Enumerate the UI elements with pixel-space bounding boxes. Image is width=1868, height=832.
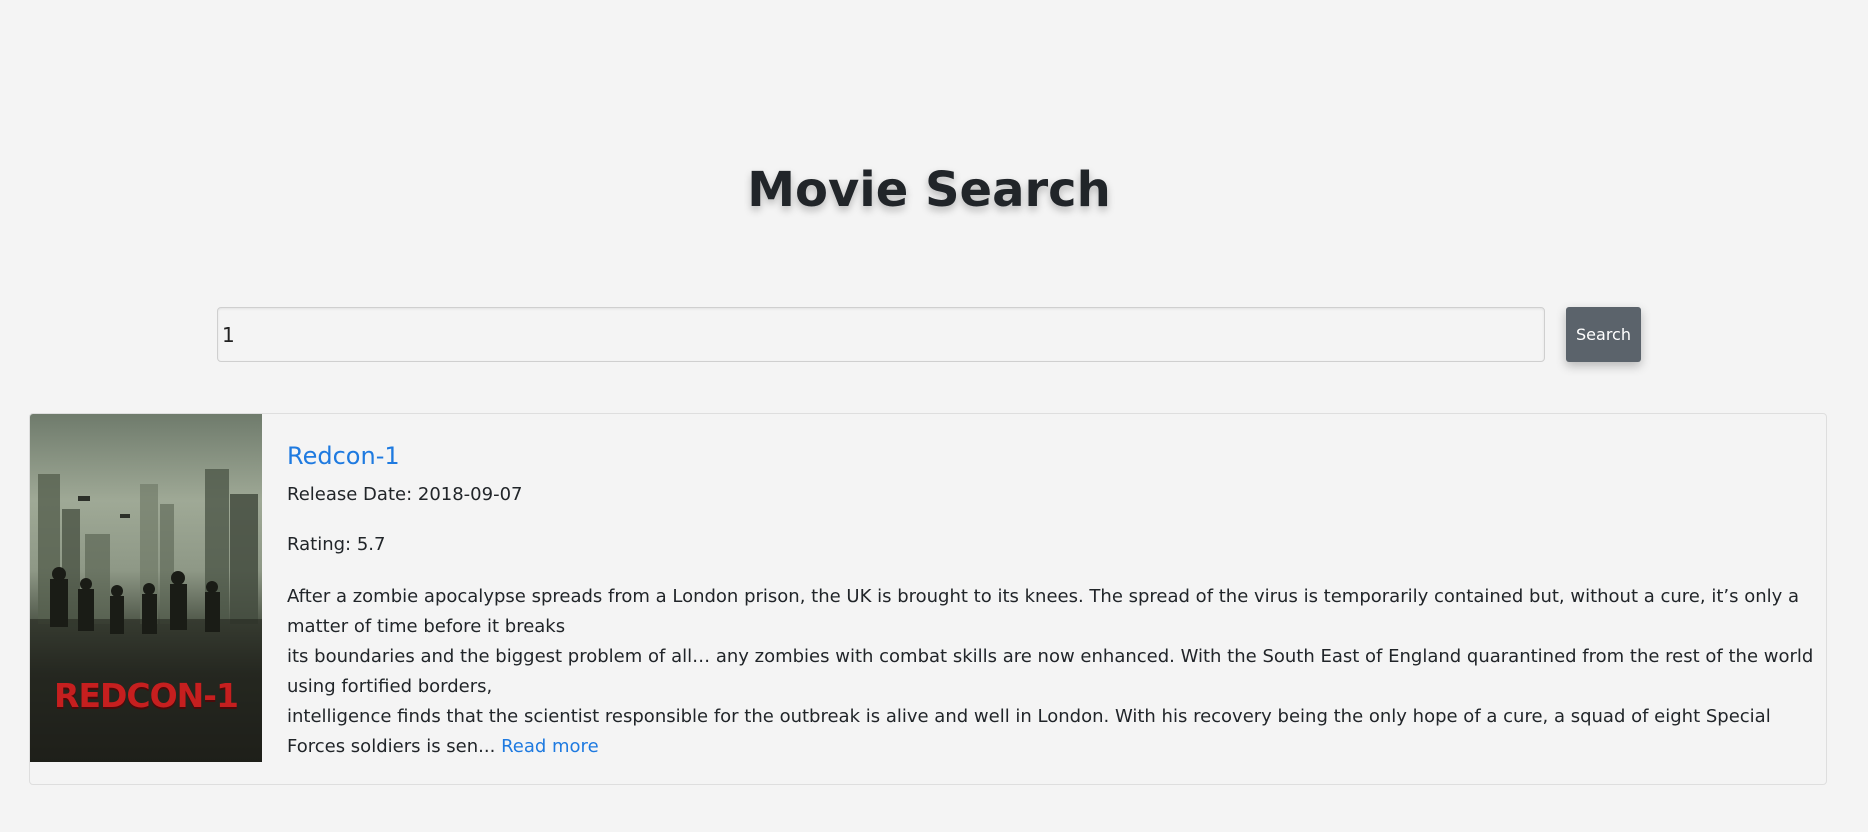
- poster-title-text: REDCON-1: [54, 676, 239, 715]
- movie-card: REDCON-1 Redcon-1 Release Date: 2018-09-…: [29, 413, 1827, 785]
- rating: Rating: 5.7: [287, 534, 386, 555]
- movie-title-link[interactable]: Redcon-1: [287, 440, 400, 472]
- overview-line: its boundaries and the biggest problem o…: [287, 646, 1814, 697]
- page: Movie Search Search: [0, 0, 1868, 832]
- search-bar: Search: [217, 307, 1641, 362]
- movie-info: Redcon-1 Release Date: 2018-09-07 Rating…: [287, 440, 1817, 762]
- overview-line: After a zombie apocalypse spreads from a…: [287, 586, 1800, 637]
- page-title: Movie Search: [747, 162, 1111, 218]
- search-button[interactable]: Search: [1566, 307, 1641, 362]
- read-more-link[interactable]: Read more: [501, 736, 599, 757]
- movie-poster[interactable]: REDCON-1: [30, 414, 262, 762]
- movie-overview: After a zombie apocalypse spreads from a…: [287, 582, 1817, 762]
- release-date: Release Date: 2018-09-07: [287, 484, 523, 505]
- search-input[interactable]: [217, 307, 1545, 362]
